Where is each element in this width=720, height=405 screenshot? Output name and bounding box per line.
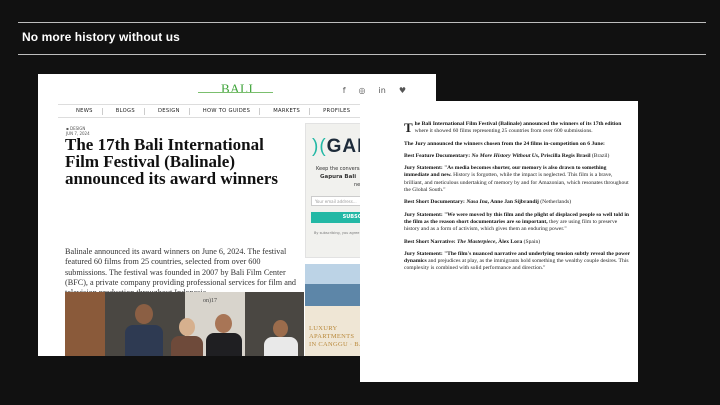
- article-photo: on)17: [65, 292, 304, 356]
- photo-backdrop-left: [65, 292, 105, 356]
- facebook-icon[interactable]: f: [343, 86, 346, 95]
- nav-blogs[interactable]: BLOGS: [101, 107, 144, 115]
- award-label: Best Short Documentary:: [404, 199, 467, 206]
- top-divider: [18, 22, 706, 23]
- film-country: (Netherlands): [538, 199, 572, 206]
- statement-rest: and prejudices at play, as the immigrant…: [404, 258, 629, 272]
- nav-profiles[interactable]: PROFILES: [309, 107, 359, 115]
- photo-person-1-head: [135, 304, 153, 324]
- winners-text-card: The Bali International Film Festival (Ba…: [360, 101, 638, 382]
- dropcap: T: [404, 120, 413, 135]
- jury-statement-1: Jury Statement: "As media becomes shorte…: [404, 165, 632, 194]
- article-body: Balinale announced its award winners on …: [65, 247, 297, 297]
- award-label: Best Feature Documentary:: [404, 152, 472, 159]
- film-credit: , Anne Jan Sijbrandij: [487, 199, 539, 206]
- logo-underline: [198, 92, 273, 93]
- jury-announcement-text: The Jury announced the winners chosen fr…: [404, 140, 605, 147]
- jury-announcement: The Jury announced the winners chosen fr…: [404, 141, 632, 148]
- award-feature-doc: Best Feature Documentary: No More Histor…: [404, 153, 632, 160]
- instagram-icon[interactable]: ◎: [359, 86, 366, 95]
- ad-logo-mark: )(: [312, 136, 327, 157]
- film-title: Nasa Ina: [466, 199, 488, 206]
- ad-tagline: Keep the conversa: [316, 166, 363, 172]
- nav-design[interactable]: DESIGN: [143, 107, 189, 115]
- jury-statement-3: Jury Statement: "The film's nuanced narr…: [404, 251, 632, 273]
- film-country: (Spain): [522, 238, 541, 245]
- film-title: The Masterpiece: [456, 238, 496, 245]
- award-label: Best Short Narrative:: [404, 238, 457, 245]
- photo-person-4-body: [264, 337, 298, 356]
- film-credit: , Àlex Lora: [495, 238, 523, 245]
- twitter-icon[interactable]: ♥: [399, 86, 406, 95]
- photo-person-4-head: [273, 320, 288, 337]
- slide-title: No more history without us: [22, 30, 180, 44]
- social-links: f ◎ in ♥: [343, 86, 406, 95]
- film-credit: , Priscilla Regis Brasil: [538, 152, 591, 159]
- ad-brand: Gapura Bali: [320, 174, 357, 180]
- photo-person-3-body: [206, 333, 242, 356]
- intro-paragraph: The Bali International Film Festival (Ba…: [404, 121, 632, 136]
- photo-person-1-body: [125, 325, 163, 356]
- film-title: No More History Without Us: [471, 152, 538, 159]
- film-country: (Brazil): [590, 152, 610, 159]
- site-logo[interactable]: BALI: [221, 81, 253, 97]
- photo-person-2-body: [171, 336, 203, 356]
- nav-markets[interactable]: MARKETS: [259, 107, 309, 115]
- photo-person-3-head: [215, 314, 232, 333]
- article-headline: The 17th Bali International Film Festiva…: [65, 135, 279, 188]
- nav-how-to-guides[interactable]: HOW TO GUIDES: [188, 107, 259, 115]
- intro-bold: he Bali International Film Festival (Bal…: [414, 121, 622, 127]
- linkedin-icon[interactable]: in: [379, 86, 386, 95]
- award-short-doc: Best Short Documentary: Nasa Ina, Anne J…: [404, 199, 632, 206]
- nav-news[interactable]: NEWS: [58, 108, 102, 115]
- photo-banner-text: on)17: [203, 298, 217, 304]
- jury-statement-2: Jury Statement: "We were moved by this f…: [404, 212, 632, 234]
- photo-person-2-head: [179, 318, 195, 336]
- intro-rest: where it showed 60 films representing 25…: [414, 128, 593, 135]
- award-short-narrative: Best Short Narrative: The Masterpiece, À…: [404, 239, 632, 246]
- title-divider: [18, 54, 706, 55]
